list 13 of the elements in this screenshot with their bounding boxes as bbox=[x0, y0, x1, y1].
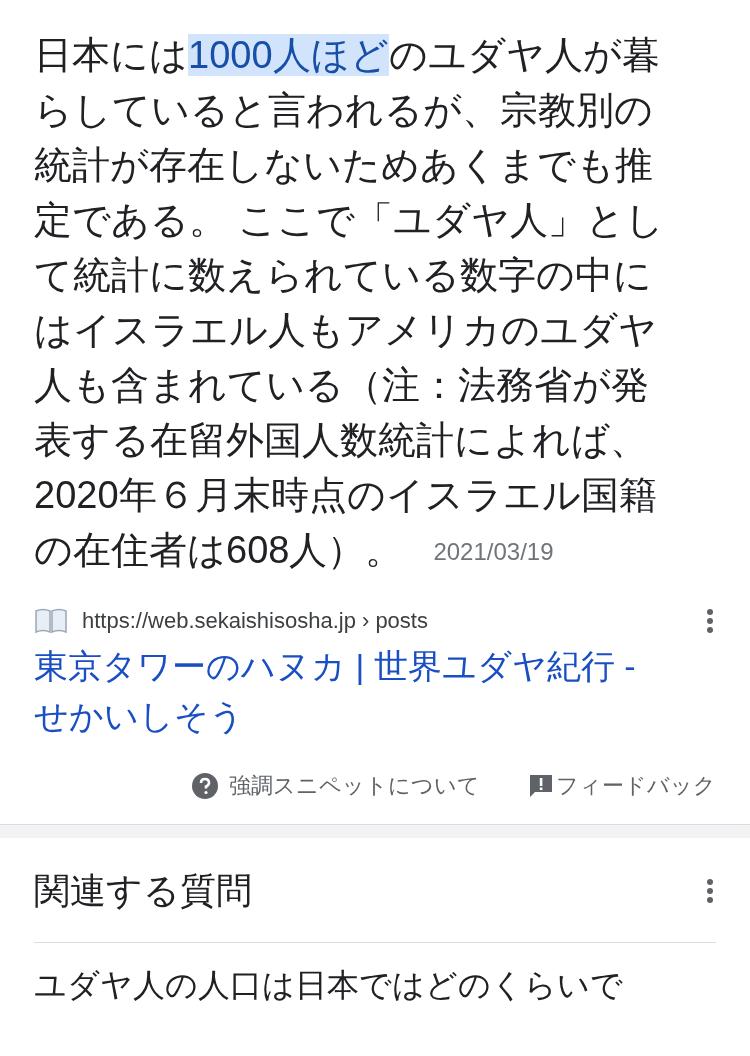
feedback-button[interactable]: フィードバック bbox=[528, 769, 716, 802]
about-snippet-button[interactable]: 強調スニペットについて bbox=[191, 769, 480, 802]
more-options-icon[interactable] bbox=[706, 878, 714, 904]
source-path: › posts bbox=[361, 607, 428, 635]
source-url: https://web.sekaishisosha.jp bbox=[82, 607, 356, 635]
section-heading: 関連する質問 bbox=[34, 869, 252, 913]
question-item[interactable]: ユダヤ人の人口は日本ではどのくらいで bbox=[34, 967, 623, 1003]
open-book-icon bbox=[34, 606, 68, 635]
snippet-date: 2021/03/19 bbox=[433, 537, 554, 567]
result-link[interactable]: 東京タワーのハヌカ | 世界ユダヤ紀行 - せかいしそう bbox=[34, 641, 716, 741]
feedback-icon bbox=[528, 772, 554, 799]
more-options-icon[interactable] bbox=[706, 607, 714, 634]
help-icon bbox=[191, 771, 219, 800]
